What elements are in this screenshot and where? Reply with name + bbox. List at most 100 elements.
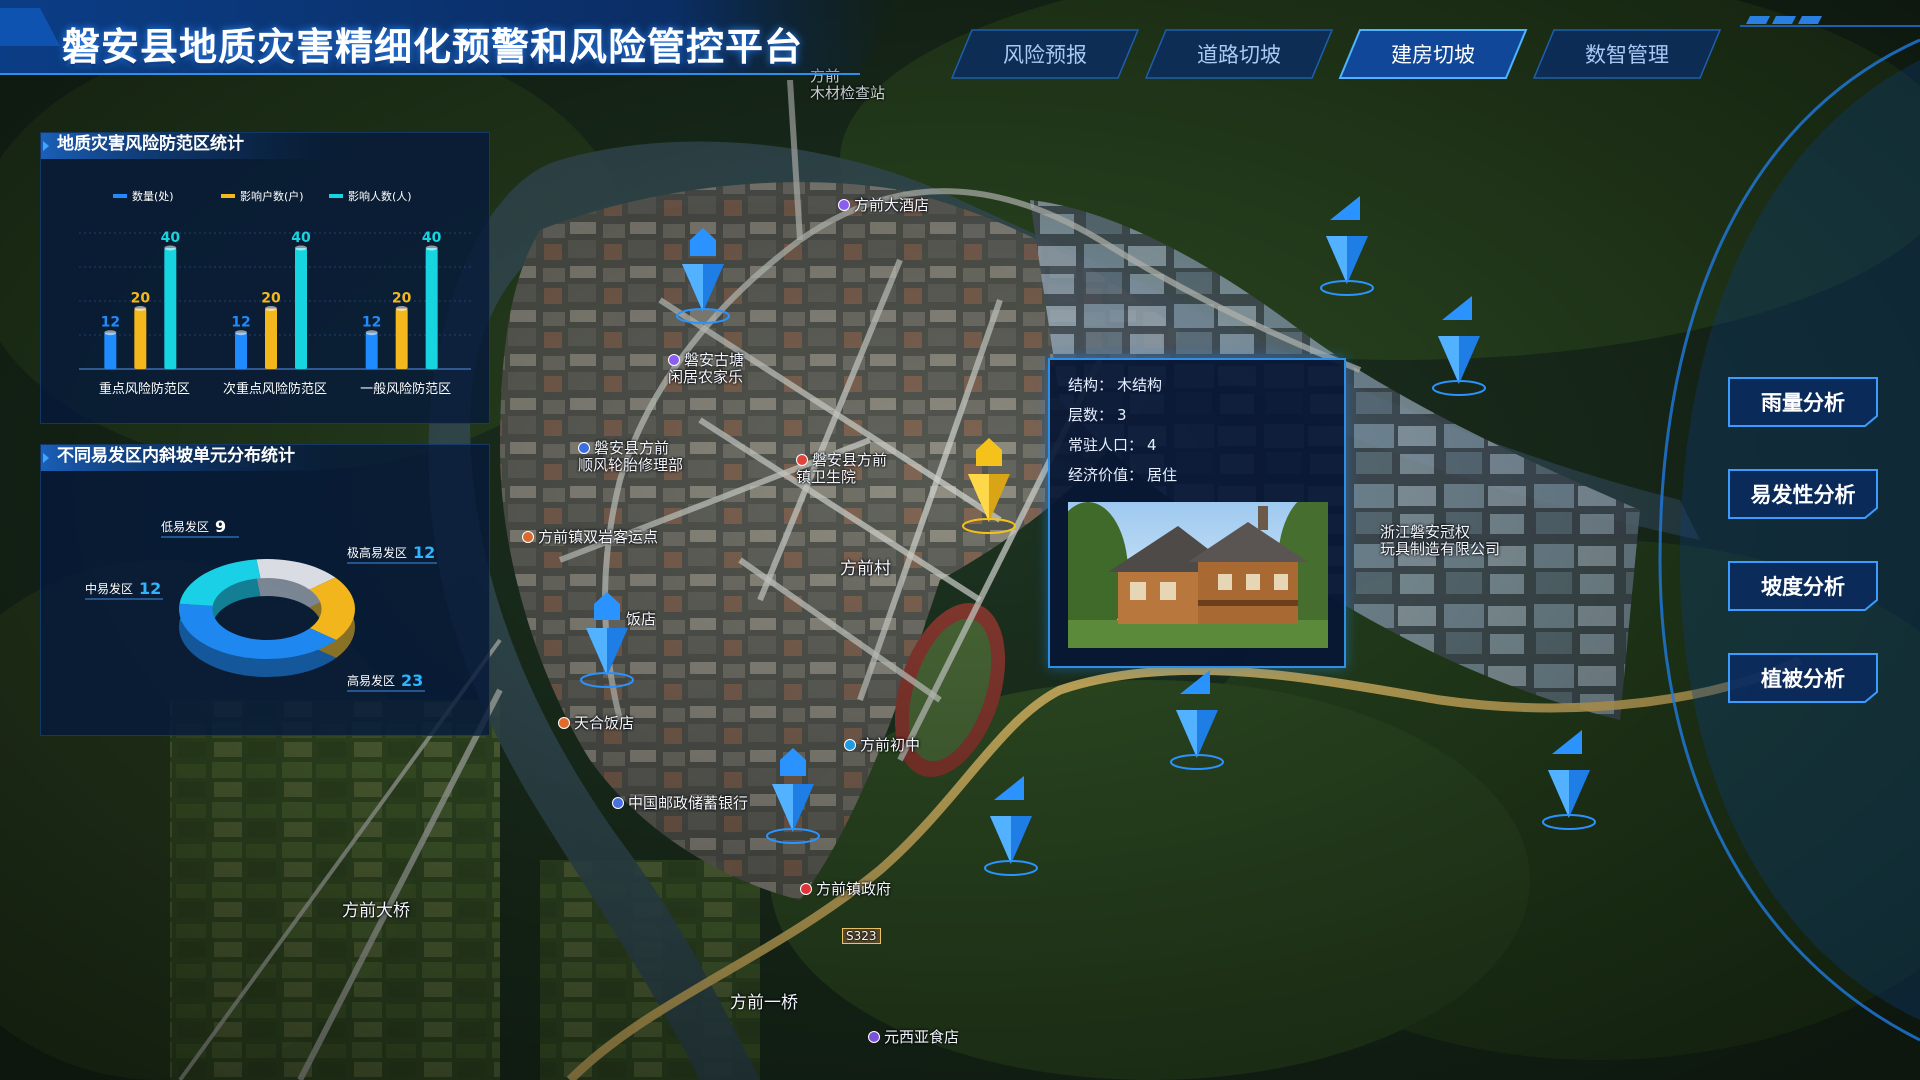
- clinic-icon: [796, 454, 808, 466]
- header: 磐安县地质灾害精细化预警和风险管控平台 风险预报 道路切坡 建房切坡 数智管理: [0, 0, 1920, 80]
- bar-cap: [104, 330, 117, 336]
- bar-cap: [395, 305, 408, 311]
- bar-cap: [295, 245, 307, 251]
- category-label: 重点风险防范区: [99, 381, 190, 397]
- place-bridge-1: 方前大桥: [342, 901, 410, 921]
- school-icon: [844, 739, 856, 751]
- farmhouse-icon: [668, 354, 680, 366]
- place-bridge-2: 方前一桥: [730, 993, 798, 1013]
- legend-item: 影响人数(人): [329, 190, 412, 203]
- donut-label-value: 9: [215, 517, 226, 536]
- government-icon: [800, 883, 812, 895]
- bar-cap: [265, 305, 277, 311]
- risk-zone-bar-chart: 数量(处) 影响户数(户) 影响人数(人) 12 20 40 重点风险防范区 12 20 40 次重…: [79, 189, 471, 397]
- vegetation-analysis-button[interactable]: 植被分析: [1727, 652, 1879, 704]
- category-label: 一般风险防范区: [360, 381, 451, 397]
- donut-label-value: 12: [413, 543, 435, 562]
- place-village: 方前村: [840, 559, 891, 579]
- bar-cap: [365, 330, 378, 336]
- bar: [295, 247, 307, 369]
- bar: [104, 332, 117, 369]
- bar: [365, 332, 378, 369]
- bar: [134, 308, 147, 369]
- canteen-icon: [868, 1031, 880, 1043]
- risk-zone-panel: 地质灾害风险防范区统计 数量(处) 影响户数(户) 影响人数(人) 12 20 40 重点风…: [40, 132, 490, 424]
- bus-icon: [522, 531, 534, 543]
- slope-unit-panel: 不同易发区内斜坡单元分布统计 低易发区 9 极高易发区 12 中易发区 12 高易发区 23: [40, 444, 490, 736]
- tab-house-slope[interactable]: 建房切坡: [1338, 28, 1528, 80]
- bank-icon: [612, 797, 624, 809]
- poi-hotel[interactable]: 方前大酒店: [838, 194, 929, 215]
- bar: [164, 247, 177, 369]
- data-label: 12: [362, 315, 381, 331]
- donut-label-name: 极高易发区: [347, 545, 407, 560]
- tab-smart-management[interactable]: 数智管理: [1532, 28, 1722, 80]
- poi-farmhouse[interactable]: 磐安古塘 闲居农家乐: [668, 352, 744, 386]
- bar-cap: [235, 330, 247, 336]
- category-label: 次重点风险防范区: [223, 381, 327, 397]
- bar: [395, 308, 408, 369]
- risk-marker[interactable]: [1534, 724, 1604, 834]
- bar: [235, 332, 247, 369]
- legend-swatch: [221, 194, 235, 198]
- data-label: 40: [422, 230, 442, 246]
- tab-road-slope[interactable]: 道路切坡: [1144, 28, 1334, 80]
- donut-label-name: 低易发区: [161, 519, 209, 534]
- wrench-icon: [578, 442, 590, 454]
- popup-row-economic-value: 经济价值： 居住: [1068, 466, 1178, 484]
- poi-bank[interactable]: 中国邮政储蓄银行: [612, 792, 748, 813]
- poi-bus-stop[interactable]: 方前镇双岩客运点: [522, 526, 658, 547]
- slope-analysis-button[interactable]: 坡度分析: [1727, 560, 1879, 612]
- susceptibility-analysis-button[interactable]: 易发性分析: [1727, 468, 1879, 520]
- legend-item: 数量(处): [113, 190, 174, 203]
- bar: [265, 308, 277, 369]
- data-label: 20: [392, 290, 412, 306]
- donut-label-value: 12: [139, 579, 161, 598]
- risk-marker[interactable]: [668, 218, 738, 328]
- data-label: 40: [291, 230, 311, 246]
- legend-swatch: [329, 194, 343, 198]
- legend-item: 影响户数(户): [221, 189, 304, 203]
- donut-label-name: 中易发区: [85, 581, 133, 596]
- legend-swatch: [113, 194, 127, 198]
- poi-repair-shop[interactable]: 磐安县方前 顺风轮胎修理部: [578, 440, 683, 474]
- rainfall-analysis-button[interactable]: 雨量分析: [1727, 376, 1879, 428]
- page-title: 磐安县地质灾害精细化预警和风险管控平台: [62, 25, 804, 69]
- bar-cap: [425, 245, 438, 251]
- legend-label: 影响户数(户): [240, 189, 304, 203]
- risk-marker[interactable]: [758, 738, 828, 848]
- donut-label: 高易发区 23: [347, 671, 425, 692]
- bar-cap: [134, 305, 147, 311]
- tab-risk-forecast[interactable]: 风险预报: [950, 28, 1140, 80]
- data-label: 20: [131, 290, 151, 306]
- poi-government[interactable]: 方前镇政府: [800, 878, 891, 899]
- data-label: 40: [161, 230, 181, 246]
- poi-school[interactable]: 方前初中: [844, 734, 920, 755]
- restaurant-icon: [558, 717, 570, 729]
- house-photo: [1068, 502, 1328, 648]
- house-detail-popup: 结构： 木结构 层数： 3 常驻人口： 4 经济价值： 居住: [1048, 358, 1346, 668]
- slope-unit-donut-chart: 低易发区 9 极高易发区 12 中易发区 12 高易发区 23: [85, 517, 437, 692]
- popup-row-residents: 常驻人口： 4: [1068, 436, 1157, 454]
- bar-cap: [164, 245, 177, 251]
- data-label: 12: [231, 315, 250, 331]
- poi-canteen[interactable]: 元西亚食店: [868, 1026, 959, 1047]
- donut-label: 低易发区 9: [161, 517, 239, 538]
- poi-tianhe-restaurant[interactable]: 天合饭店: [558, 712, 634, 733]
- bar: [425, 247, 438, 369]
- donut-label-value: 23: [401, 671, 423, 690]
- risk-marker[interactable]: [1162, 664, 1232, 774]
- legend-label: 数量(处): [132, 190, 174, 203]
- road-sign-s323: S323: [842, 928, 881, 944]
- poi-factory[interactable]: 浙江磐安冠权 玩具制造有限公司: [1380, 524, 1500, 558]
- risk-marker[interactable]: [572, 582, 642, 692]
- risk-marker[interactable]: [1424, 290, 1494, 400]
- donut-label: 中易发区 12: [85, 579, 163, 600]
- donut-label: 极高易发区 12: [347, 543, 437, 564]
- legend-label: 影响人数(人): [348, 190, 412, 203]
- risk-marker[interactable]: [976, 770, 1046, 880]
- selected-house-marker[interactable]: [954, 428, 1024, 538]
- poi-clinic[interactable]: 磐安县方前 镇卫生院: [796, 452, 887, 486]
- risk-marker[interactable]: [1312, 190, 1382, 300]
- header-decoration: [1740, 16, 1920, 27]
